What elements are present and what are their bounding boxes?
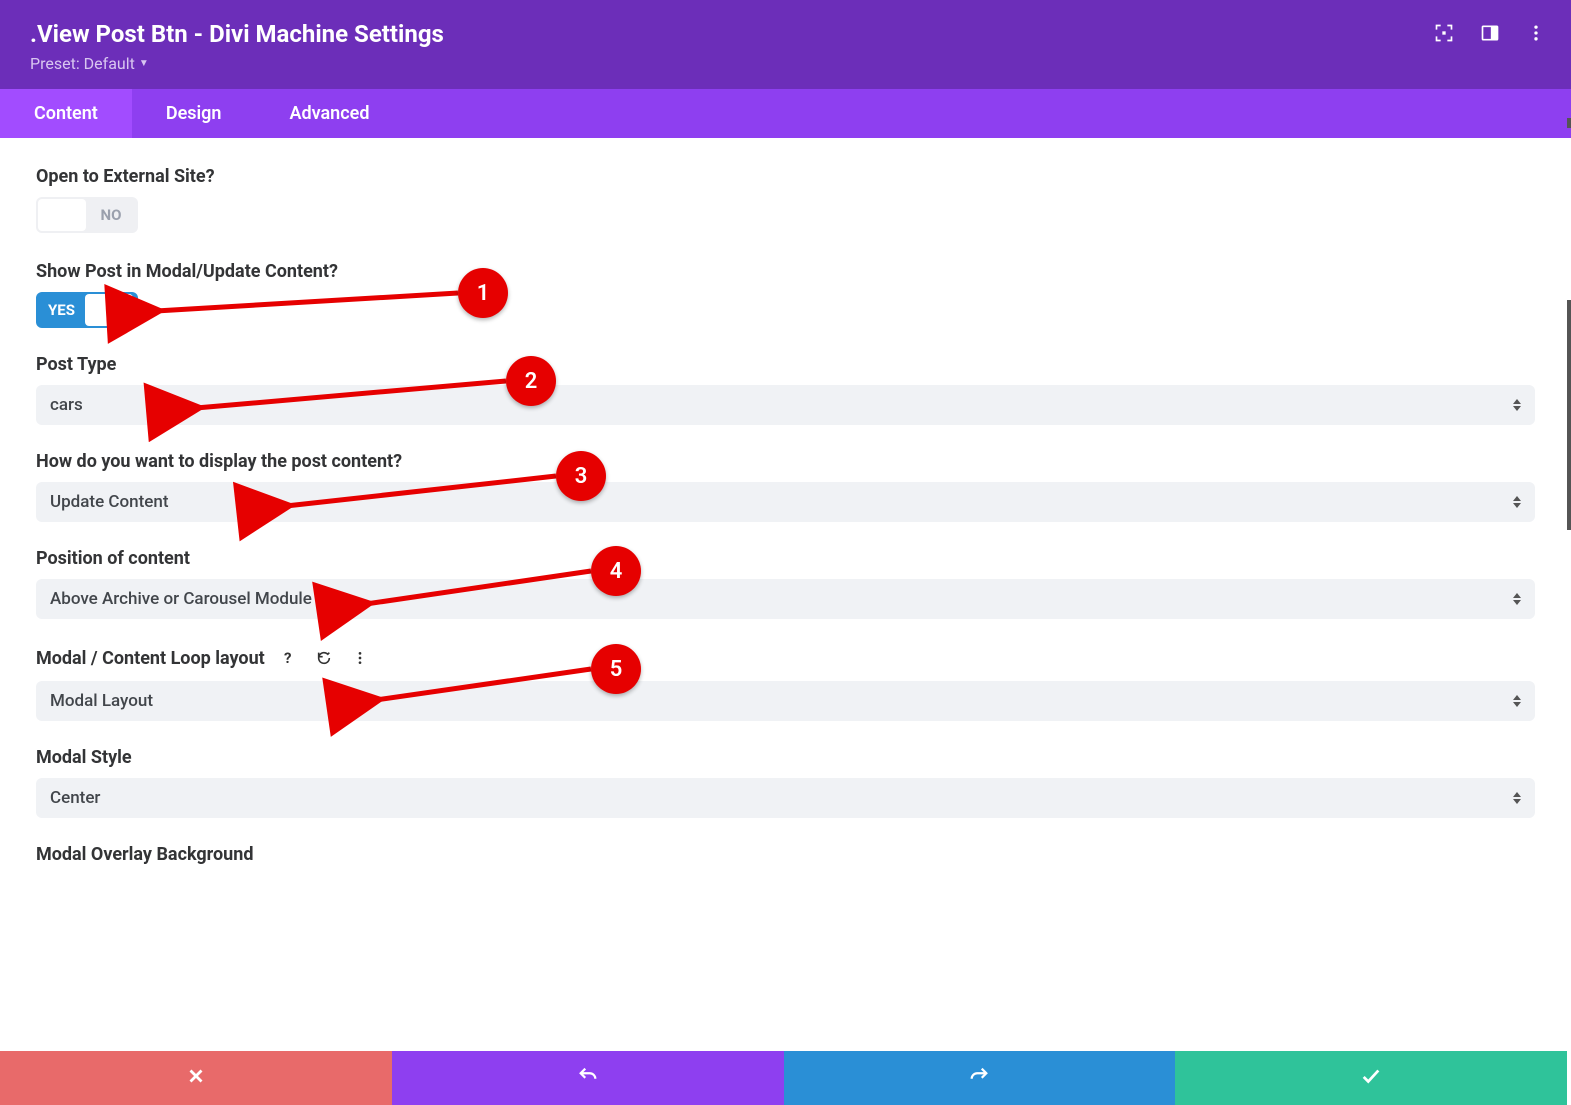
select-loop-layout[interactable]: Modal Layout <box>36 681 1535 721</box>
field-overlay-bg: Modal Overlay Background <box>36 844 1535 865</box>
field-show-modal: Show Post in Modal/Update Content? YES <box>36 261 1535 328</box>
sort-arrows-icon <box>1513 792 1521 804</box>
scroll-indicator <box>1567 300 1571 530</box>
annotation-callout-5: 5 <box>591 644 641 694</box>
annotation-callout-4: 4 <box>591 546 641 596</box>
save-button[interactable] <box>1175 1051 1567 1105</box>
select-position[interactable]: Above Archive or Carousel Module <box>36 579 1535 619</box>
field-position: Position of content Above Archive or Car… <box>36 548 1535 619</box>
label-open-external: Open to External Site? <box>36 166 1535 187</box>
header-actions <box>1433 22 1547 44</box>
toggle-label-yes: YES <box>38 301 85 319</box>
toggle-knob <box>38 199 86 231</box>
select-value: Update Content <box>50 492 169 512</box>
field-modal-style: Modal Style Center <box>36 747 1535 818</box>
select-display-how[interactable]: Update Content <box>36 482 1535 522</box>
redo-button[interactable] <box>784 1051 1176 1105</box>
sort-arrows-icon <box>1513 593 1521 605</box>
field-post-type: Post Type cars <box>36 354 1535 425</box>
label-position: Position of content <box>36 548 1535 569</box>
annotation-callout-1: 1 <box>458 268 508 318</box>
help-icon[interactable]: ? <box>275 645 301 671</box>
label-overlay-bg: Modal Overlay Background <box>36 844 1535 865</box>
preset-label: Preset: Default <box>30 54 135 73</box>
undo-icon <box>577 1065 599 1091</box>
scroll-indicator <box>1567 118 1571 128</box>
label-post-type: Post Type <box>36 354 1535 375</box>
panel-toggle-icon[interactable] <box>1479 22 1501 44</box>
label-show-modal: Show Post in Modal/Update Content? <box>36 261 1535 282</box>
preset-dropdown[interactable]: Preset: Default ▼ <box>30 54 149 73</box>
sort-arrows-icon <box>1513 399 1521 411</box>
select-post-type[interactable]: cars <box>36 385 1535 425</box>
tab-content[interactable]: Content <box>0 89 132 138</box>
focus-icon[interactable] <box>1433 22 1455 44</box>
settings-content: Open to External Site? NO Show Post in M… <box>0 138 1571 1040</box>
sort-arrows-icon <box>1513 496 1521 508</box>
select-value: Center <box>50 788 100 808</box>
close-icon <box>185 1065 207 1091</box>
undo-button[interactable] <box>392 1051 784 1105</box>
select-value: Modal Layout <box>50 691 153 711</box>
tab-advanced[interactable]: Advanced <box>255 89 403 138</box>
label-modal-style: Modal Style <box>36 747 1535 768</box>
label-display-how: How do you want to display the post cont… <box>36 451 1535 472</box>
settings-footer <box>0 1051 1567 1105</box>
label-icons: ? <box>275 645 373 671</box>
select-value: Above Archive or Carousel Module <box>50 589 312 609</box>
redo-icon <box>968 1065 990 1091</box>
field-loop-layout: Modal / Content Loop layout ? Modal Layo… <box>36 645 1535 721</box>
sort-arrows-icon <box>1513 695 1521 707</box>
annotation-callout-3: 3 <box>556 451 606 501</box>
toggle-knob <box>85 294 133 326</box>
settings-title: .View Post Btn - Divi Machine Settings <box>30 20 1541 48</box>
settings-tabs: Content Design Advanced <box>0 89 1571 138</box>
label-loop-layout: Modal / Content Loop layout ? <box>36 645 1535 671</box>
kebab-menu-icon[interactable] <box>1525 22 1547 44</box>
tab-design[interactable]: Design <box>132 89 256 138</box>
field-display-how: How do you want to display the post cont… <box>36 451 1535 522</box>
annotation-callout-2: 2 <box>506 356 556 406</box>
settings-header: .View Post Btn - Divi Machine Settings P… <box>0 0 1571 89</box>
label-loop-layout-text: Modal / Content Loop layout <box>36 648 265 669</box>
toggle-label-no: NO <box>86 206 136 224</box>
check-icon <box>1360 1065 1382 1091</box>
more-options-icon[interactable] <box>347 645 373 671</box>
cancel-button[interactable] <box>0 1051 392 1105</box>
toggle-show-modal[interactable]: YES <box>36 292 138 328</box>
caret-down-icon: ▼ <box>139 58 149 69</box>
select-value: cars <box>50 395 83 415</box>
select-modal-style[interactable]: Center <box>36 778 1535 818</box>
reset-icon[interactable] <box>311 645 337 671</box>
toggle-open-external[interactable]: NO <box>36 197 138 233</box>
field-open-external: Open to External Site? NO <box>36 166 1535 235</box>
